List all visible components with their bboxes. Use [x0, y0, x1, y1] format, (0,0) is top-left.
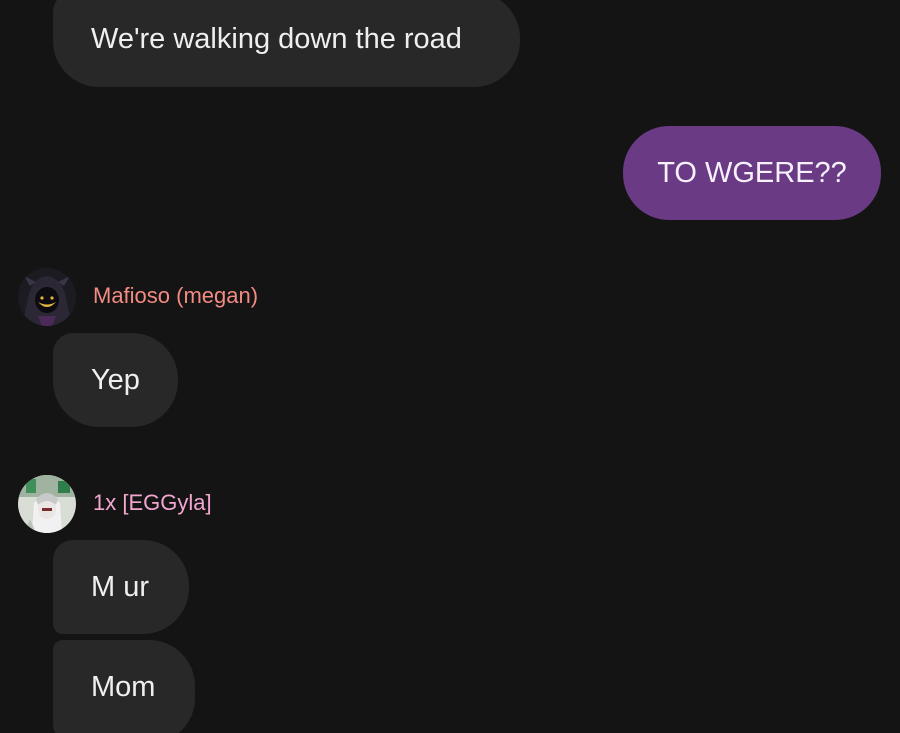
message-text: TO WGERE??	[657, 156, 847, 189]
dark-hooded-character-avatar-icon	[18, 268, 76, 326]
message-text: Yep	[91, 363, 140, 396]
sender-name-eggyla: 1x [EGGyla]	[93, 490, 212, 515]
message-bubble-incoming[interactable]: Yep	[53, 333, 178, 427]
message-text: M ur	[91, 570, 149, 603]
message-text: Mom	[91, 670, 156, 703]
message-bubble-incoming[interactable]: We're walking down the road	[53, 0, 520, 87]
sender-avatar-eggyla[interactable]	[18, 475, 76, 533]
message-bubble-outgoing[interactable]: TO WGERE??	[623, 126, 881, 220]
message-bubble-incoming[interactable]: Mom	[53, 640, 195, 733]
sender-avatar-mafioso[interactable]	[18, 268, 76, 326]
message-bubble-incoming[interactable]: M ur	[53, 540, 189, 634]
sender-name-mafioso: Mafioso (megan)	[93, 283, 259, 308]
green-white-character-avatar-icon	[18, 475, 76, 533]
message-text: We're walking down the road	[91, 23, 462, 55]
